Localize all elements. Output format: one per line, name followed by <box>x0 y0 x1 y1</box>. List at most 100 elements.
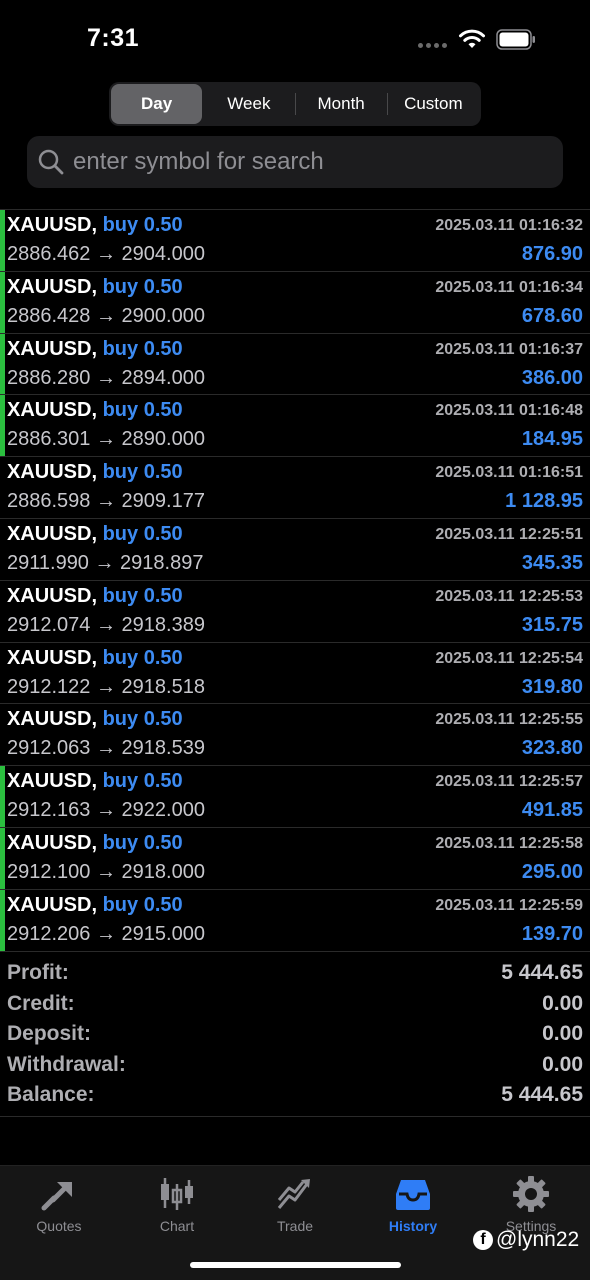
trade-profit: 386.00 <box>521 366 583 389</box>
trade-side-volume: buy 0.50 <box>102 522 183 545</box>
trade-prices: 2912.206 → 2915.000 <box>7 922 205 945</box>
symbol-name: XAUUSD, <box>7 893 98 916</box>
trade-side-volume: buy 0.50 <box>102 214 183 236</box>
tab-history[interactable]: History <box>354 1174 472 1234</box>
summary-label: Balance: <box>7 1083 95 1107</box>
trade-side-volume: buy 0.50 <box>102 831 183 854</box>
home-indicator <box>190 1262 401 1268</box>
watermark-handle: @lynn22 <box>496 1228 580 1251</box>
symbol-name: XAUUSD, <box>7 584 98 607</box>
search-input[interactable] <box>73 148 563 176</box>
period-month-tab[interactable]: Month <box>296 84 387 124</box>
trade-time: 2025.03.11 01:16:34 <box>435 278 583 296</box>
trade-symbol: XAUUSD, buy 0.50 <box>7 894 183 917</box>
trade-time: 2025.03.11 01:16:51 <box>435 464 583 482</box>
trade-time: 2025.03.11 12:25:53 <box>435 587 583 605</box>
quotes-icon <box>41 1182 72 1211</box>
clock: 7:31 <box>87 24 140 52</box>
trade-history-list: XAUUSD, buy 0.50 2886.462 → 2904.000 2025.… <box>0 209 590 952</box>
trade-symbol: XAUUSD, buy 0.50 <box>7 647 183 670</box>
trade-symbol: XAUUSD, buy 0.50 <box>7 338 183 361</box>
symbol-name: XAUUSD, <box>7 708 98 731</box>
trade-profit: 678.60 <box>521 304 583 327</box>
trade-time: 2025.03.11 12:25:57 <box>435 773 583 791</box>
trade-symbol: XAUUSD, buy 0.50 <box>7 585 183 608</box>
trade-row[interactable]: XAUUSD, buy 0.50 2886.428 → 2900.000 2025.… <box>0 271 590 334</box>
symbol-name: XAUUSD, <box>7 214 98 236</box>
symbol-name: XAUUSD, <box>7 337 98 360</box>
trade-time: 2025.03.11 12:25:59 <box>435 896 583 914</box>
trade-row[interactable]: XAUUSD, buy 0.50 2912.063 → 2918.539 2025.… <box>0 704 590 767</box>
trade-row[interactable]: XAUUSD, buy 0.50 2911.990 → 2918.897 2025.… <box>0 519 590 581</box>
symbol-name: XAUUSD, <box>7 646 98 669</box>
period-week-tab[interactable]: Week <box>203 84 294 124</box>
trade-time: 2025.03.11 01:16:48 <box>435 402 583 420</box>
trade-profit: 319.80 <box>521 675 583 698</box>
symbol-name: XAUUSD, <box>7 770 98 793</box>
trade-row[interactable]: XAUUSD, buy 0.50 2886.598 → 2909.177 2025.… <box>0 457 590 519</box>
account-summary: Profit: 5 444.65 Credit: 0.00 Deposit: 0.00 Wi… <box>0 958 590 1117</box>
trade-row[interactable]: XAUUSD, buy 0.50 2912.074 → 2918.389 2025.… <box>0 581 590 643</box>
trade-side-volume: buy 0.50 <box>102 337 183 360</box>
trade-time: 2025.03.11 12:25:58 <box>435 834 583 852</box>
watermark: f @lynn22 <box>473 1228 579 1252</box>
trade-prices: 2886.428 → 2900.000 <box>7 304 205 327</box>
tab-label: History <box>388 1218 438 1234</box>
tab-settings[interactable]: Settings <box>472 1174 590 1234</box>
trade-profit: 139.70 <box>521 922 583 945</box>
summary-row: Withdrawal: 0.00 <box>0 1050 590 1081</box>
trade-time: 2025.03.11 12:25:55 <box>435 711 583 729</box>
trade-symbol: XAUUSD, buy 0.50 <box>7 461 183 484</box>
trade-side-volume: buy 0.50 <box>102 708 183 731</box>
trade-prices: 2886.280 → 2894.000 <box>7 366 205 389</box>
summary-label: Withdrawal: <box>7 1052 126 1076</box>
period-segmented-control: Day Week Month Custom <box>109 82 481 126</box>
tab-quotes[interactable]: Quotes <box>0 1174 118 1234</box>
trade-profit: 315.75 <box>521 613 583 636</box>
trade-symbol: XAUUSD, buy 0.50 <box>7 708 183 731</box>
trade-row[interactable]: XAUUSD, buy 0.50 2886.462 → 2904.000 2025.… <box>0 210 590 272</box>
summary-label: Deposit: <box>7 1022 91 1046</box>
period-day-tab[interactable]: Day <box>111 84 203 124</box>
trade-prices: 2912.122 → 2918.518 <box>7 675 205 698</box>
tab-chart[interactable]: Chart <box>118 1174 236 1234</box>
trade-symbol: XAUUSD, buy 0.50 <box>7 523 183 546</box>
trade-symbol: XAUUSD, buy 0.50 <box>7 214 183 237</box>
trade-prices: 2886.598 → 2909.177 <box>7 490 205 513</box>
period-custom-tab[interactable]: Custom <box>388 84 479 124</box>
trade-time: 2025.03.11 12:25:54 <box>435 649 583 667</box>
symbol-name: XAUUSD, <box>7 275 98 298</box>
trade-side-volume: buy 0.50 <box>102 461 183 484</box>
summary-value: 0.00 <box>542 991 583 1015</box>
trade-row[interactable]: XAUUSD, buy 0.50 2912.100 → 2918.000 2025.… <box>0 827 590 890</box>
trade-side-volume: buy 0.50 <box>102 275 183 298</box>
trade-side-volume: buy 0.50 <box>102 399 183 422</box>
symbol-name: XAUUSD, <box>7 461 98 484</box>
battery-icon <box>496 29 535 50</box>
summary-row: Deposit: 0.00 <box>0 1019 590 1050</box>
trade-row[interactable]: XAUUSD, buy 0.50 2886.301 → 2890.000 2025.… <box>0 395 590 458</box>
trade-side-volume: buy 0.50 <box>102 584 183 607</box>
trade-time: 2025.03.11 01:16:37 <box>435 340 583 358</box>
wifi-icon <box>459 29 485 48</box>
trade-symbol: XAUUSD, buy 0.50 <box>7 399 183 422</box>
trade-row[interactable]: XAUUSD, buy 0.50 2886.280 → 2894.000 2025.… <box>0 333 590 396</box>
tab-label: Trade <box>276 1218 314 1234</box>
trade-prices: 2886.462 → 2904.000 <box>7 243 205 265</box>
trade-side-volume: buy 0.50 <box>102 893 183 916</box>
trade-row[interactable]: XAUUSD, buy 0.50 2912.122 → 2918.518 2025.… <box>0 643 590 705</box>
trade-profit: 184.95 <box>521 428 583 451</box>
trade-prices: 2911.990 → 2918.897 <box>7 551 204 574</box>
summary-label: Profit: <box>7 961 69 985</box>
tab-trade[interactable]: Trade <box>236 1174 354 1234</box>
trade-profit: 295.00 <box>521 860 583 883</box>
search-bar[interactable] <box>27 136 563 188</box>
trade-profit: 1 128.95 <box>505 490 583 513</box>
symbol-name: XAUUSD, <box>7 522 98 545</box>
trade-row[interactable]: XAUUSD, buy 0.50 2912.206 → 2915.000 2025.… <box>0 889 590 952</box>
facebook-icon: f <box>473 1230 493 1250</box>
trade-row[interactable]: XAUUSD, buy 0.50 2912.163 → 2922.000 2025.… <box>0 766 590 828</box>
chart-icon <box>161 1178 193 1210</box>
summary-value: 5 444.65 <box>501 1083 583 1107</box>
cellular-signal-icon <box>418 43 447 48</box>
